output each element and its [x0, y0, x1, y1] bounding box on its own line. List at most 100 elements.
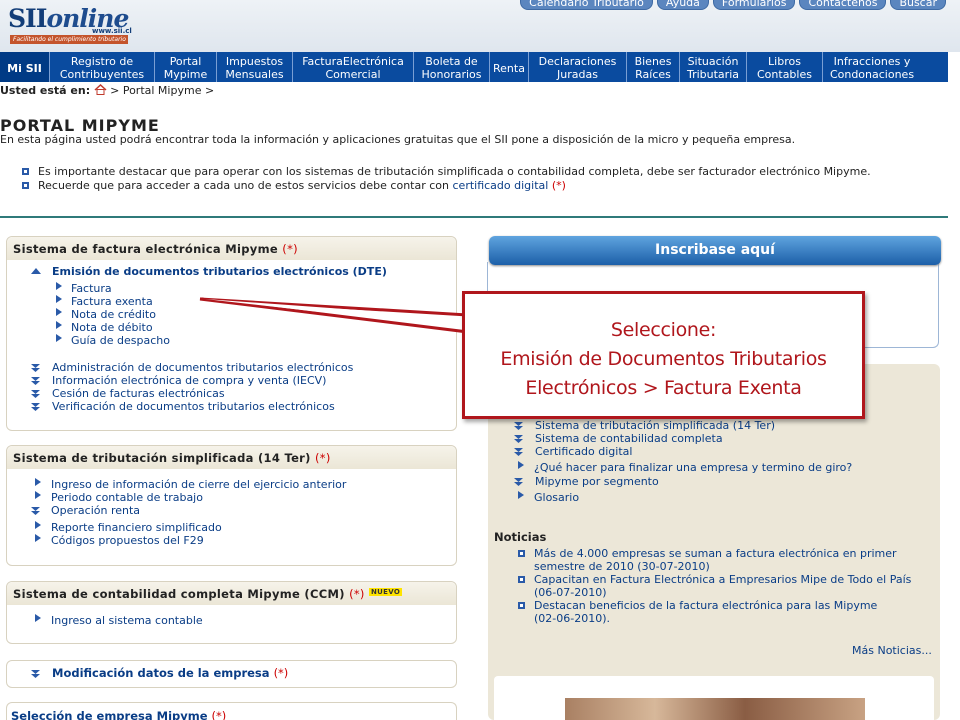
- news-item-2-date[interactable]: (06-07-2010): [534, 586, 607, 599]
- menu-seleccion-empresa[interactable]: Selección de empresa Mipyme (*): [11, 709, 226, 720]
- arrow-right-icon: [35, 491, 41, 499]
- nav-mi-sii[interactable]: Mi SII: [0, 52, 50, 82]
- nav-bienes-raices[interactable]: Bienes Raíces: [627, 52, 680, 82]
- toplink-buscar[interactable]: Buscar: [890, 0, 946, 10]
- submenu-factura[interactable]: Factura: [71, 282, 112, 295]
- toplink-formularios[interactable]: Formularios: [712, 0, 796, 10]
- certificado-digital-link[interactable]: certificado digital: [453, 179, 549, 192]
- expand-arrow-icon[interactable]: [514, 478, 523, 486]
- link-14-ter[interactable]: Sistema de tributación simplificada (14 …: [535, 419, 775, 432]
- bullet-icon: [22, 168, 29, 175]
- news-item-3[interactable]: Destacan beneficios de la factura electr…: [534, 599, 877, 612]
- bullet-icon: [518, 550, 525, 557]
- intro-text: En esta página usted podrá encontrar tod…: [0, 133, 796, 146]
- notice-item: Recuerde que para acceder a cada uno de …: [22, 179, 871, 193]
- toplink-calendario[interactable]: Calendario Tributario: [520, 0, 653, 10]
- news-item-2[interactable]: Capacitan en Factura Electrónica a Empre…: [534, 573, 911, 586]
- callout-text: Seleccione: Emisión de Documentos Tribut…: [465, 316, 862, 403]
- notice-text: Recuerde que para acceder a cada uno de …: [38, 179, 453, 192]
- panel-title: Sistema de contabilidad completa Mipyme …: [13, 587, 345, 601]
- arrow-right-icon: [56, 321, 62, 329]
- main-nav: Mi SII Registro de Contribuyentes Portal…: [0, 52, 948, 82]
- expand-arrow-icon[interactable]: [514, 448, 523, 456]
- nav-factura-electronica[interactable]: FacturaElectrónica Comercial: [293, 52, 414, 82]
- menu-modificacion-datos[interactable]: Modificación datos de la empresa (*): [52, 666, 288, 680]
- menu-iecv[interactable]: Información electrónica de compra y vent…: [52, 374, 326, 387]
- nav-infracciones[interactable]: Infracciones y Condonaciones: [823, 52, 921, 82]
- site-header: SIIonline www.sii.cl Facilitando el cump…: [0, 0, 960, 52]
- expand-arrow-icon[interactable]: [31, 377, 40, 385]
- expand-arrow-icon[interactable]: [31, 670, 40, 678]
- breadcrumb-path[interactable]: > Portal Mipyme >: [107, 84, 214, 97]
- link-certificado-digital[interactable]: Certificado digital: [535, 445, 632, 458]
- menu-codigos-f29[interactable]: Códigos propuestos del F29: [51, 534, 204, 547]
- panel-title: Sistema de tributación simplificada (14 …: [13, 451, 311, 465]
- link-mipyme-segmento[interactable]: Mipyme por segmento: [535, 475, 659, 488]
- menu-label: Selección de empresa Mipyme: [11, 709, 208, 720]
- bullet-icon: [518, 576, 525, 583]
- bullet-icon: [518, 602, 525, 609]
- mas-noticias-link[interactable]: Más Noticias...: [852, 644, 932, 657]
- nav-libros-contables[interactable]: Libros Contables: [747, 52, 823, 82]
- logo-sii-text: SII: [8, 4, 47, 33]
- logo-url: www.sii.cl: [92, 27, 132, 35]
- asterisk-note: (*): [349, 587, 365, 601]
- home-icon[interactable]: [94, 84, 107, 95]
- callout-line: Electrónicos > Factura Exenta: [525, 377, 802, 399]
- toplink-contactenos[interactable]: Contáctenos: [799, 0, 887, 10]
- expand-arrow-icon[interactable]: [514, 435, 523, 443]
- arrow-right-icon: [56, 334, 62, 342]
- breadcrumb: Usted está en: > Portal Mipyme >: [0, 84, 214, 97]
- asterisk-note: (*): [315, 451, 331, 465]
- callout-line: Emisión de Documentos Tributarios: [500, 348, 827, 370]
- sii-online-logo[interactable]: SIIonline www.sii.cl Facilitando el cump…: [8, 4, 132, 44]
- arrow-right-icon: [35, 478, 41, 486]
- nav-impuestos-mensuales[interactable]: Impuestos Mensuales: [217, 52, 293, 82]
- submenu-nota-credito[interactable]: Nota de crédito: [71, 308, 156, 321]
- link-finalizar-empresa[interactable]: ¿Qué hacer para finalizar una empresa y …: [534, 461, 852, 474]
- news-item-3-date[interactable]: (02-06-2010).: [534, 612, 610, 625]
- inscribase-button[interactable]: Inscribase aquí: [489, 236, 941, 265]
- expand-arrow-icon[interactable]: [31, 390, 40, 398]
- nav-situacion-tributaria[interactable]: Situación Tributaria: [680, 52, 747, 82]
- toplink-ayuda[interactable]: Ayuda: [656, 0, 709, 10]
- link-glosario[interactable]: Glosario: [534, 491, 579, 504]
- arrow-right-icon: [56, 282, 62, 290]
- menu-reporte-financiero[interactable]: Reporte financiero simplificado: [51, 521, 222, 534]
- promo-image: [565, 698, 865, 720]
- expand-arrow-icon[interactable]: [31, 507, 40, 515]
- menu-cesion-facturas[interactable]: Cesión de facturas electrónicas: [52, 387, 225, 400]
- panel-ccm: Sistema de contabilidad completa Mipyme …: [6, 581, 457, 644]
- expand-arrow-icon[interactable]: [31, 364, 40, 372]
- arrow-right-icon: [35, 614, 41, 622]
- expand-arrow-icon[interactable]: [31, 403, 40, 411]
- panel-title: Sistema de factura electrónica Mipyme: [13, 242, 278, 256]
- news-item-1-date[interactable]: semestre de 2010 (30-07-2010): [534, 560, 710, 573]
- breadcrumb-label: Usted está en:: [0, 84, 91, 97]
- menu-label: Modificación datos de la empresa: [52, 666, 270, 680]
- menu-administracion-dte[interactable]: Administración de documentos tributarios…: [52, 361, 353, 374]
- news-item-1[interactable]: Más de 4.000 empresas se suman a factura…: [534, 547, 897, 560]
- instruction-callout: Seleccione: Emisión de Documentos Tribut…: [462, 291, 865, 419]
- nav-renta[interactable]: Renta: [490, 52, 529, 82]
- nav-portal-mypime[interactable]: Portal Mypime: [155, 52, 217, 82]
- expand-arrow-icon[interactable]: [514, 422, 523, 430]
- submenu-guia-despacho[interactable]: Guía de despacho: [71, 334, 170, 347]
- submenu-factura-exenta[interactable]: Factura exenta: [71, 295, 153, 308]
- menu-periodo-contable[interactable]: Periodo contable de trabajo: [51, 491, 203, 504]
- nav-declaraciones-juradas[interactable]: Declaraciones Juradas: [529, 52, 627, 82]
- menu-operacion-renta[interactable]: Operación renta: [51, 504, 140, 517]
- divider: [0, 216, 948, 218]
- menu-ingreso-cierre[interactable]: Ingreso de información de cierre del eje…: [51, 478, 346, 491]
- nav-boleta-honorarios[interactable]: Boleta de Honorarios: [414, 52, 490, 82]
- menu-ingreso-sistema-contable[interactable]: Ingreso al sistema contable: [51, 614, 203, 627]
- nav-registro-contribuyentes[interactable]: Registro de Contribuyentes: [50, 52, 155, 82]
- callout-line: Seleccione:: [610, 319, 717, 341]
- panel-header: Sistema de contabilidad completa Mipyme …: [7, 582, 456, 605]
- asterisk-note: (*): [211, 709, 227, 720]
- collapse-arrow-icon[interactable]: [31, 268, 41, 274]
- menu-emision-dte[interactable]: Emisión de documentos tributarios electr…: [52, 265, 387, 278]
- submenu-nota-debito[interactable]: Nota de débito: [71, 321, 153, 334]
- menu-verificacion-dte[interactable]: Verificación de documentos tributarios e…: [52, 400, 335, 413]
- link-contabilidad-completa[interactable]: Sistema de contabilidad completa: [535, 432, 723, 445]
